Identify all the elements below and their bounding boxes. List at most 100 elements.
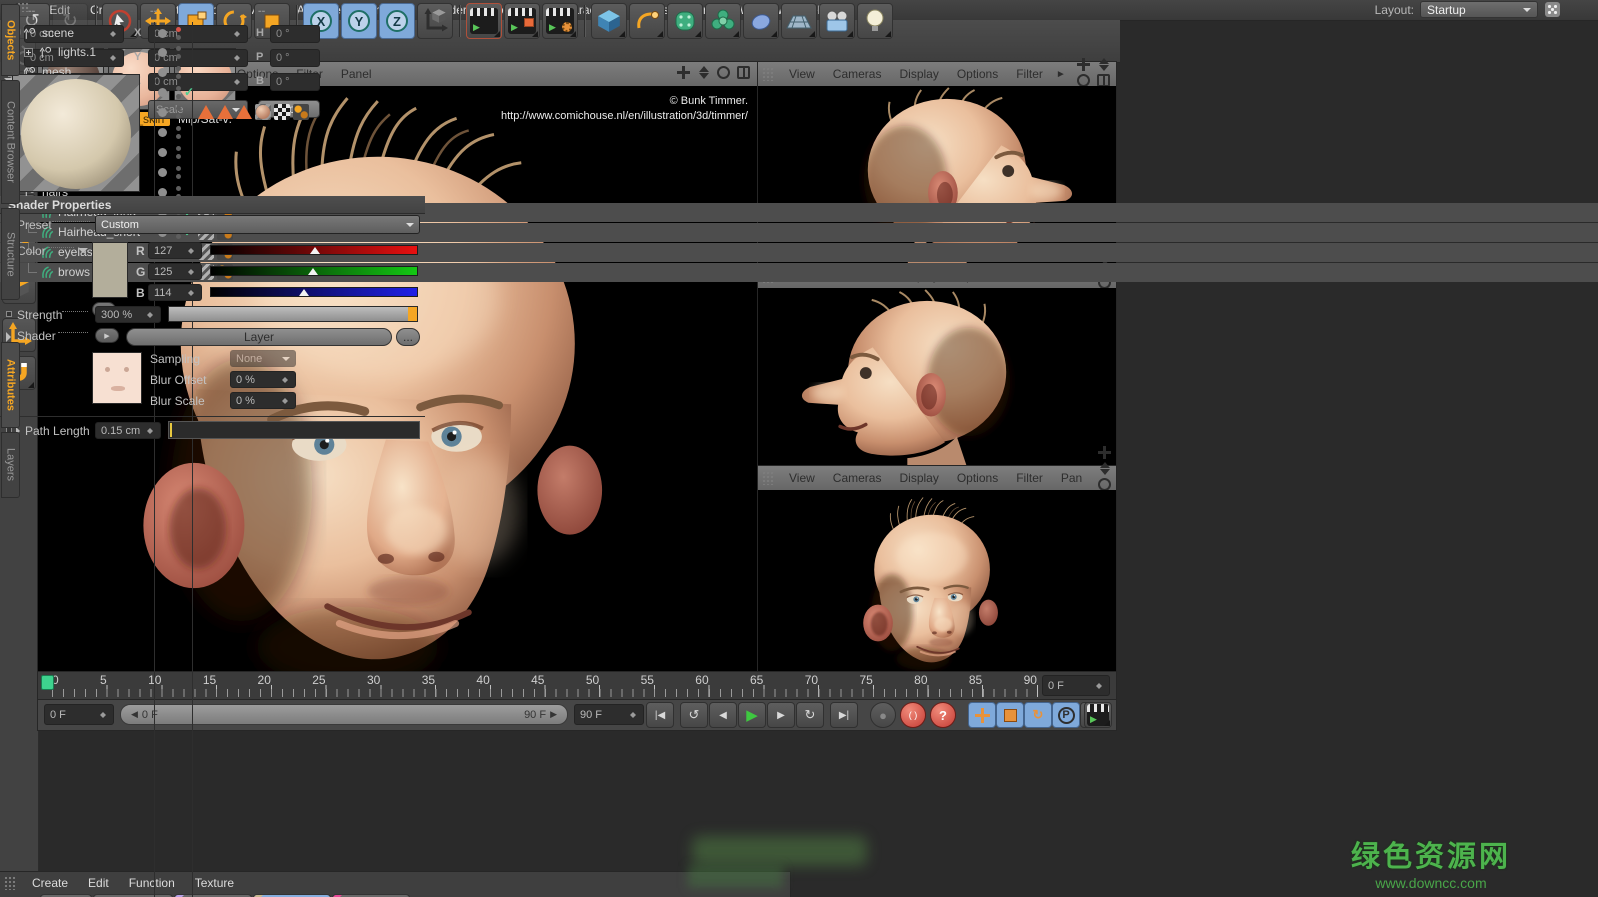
dock-tab-content-browser[interactable]: Content Browser [1, 80, 20, 204]
shader-preview[interactable] [12, 74, 140, 192]
coords-header: -- [150, 5, 157, 17]
uvw-tag-icon[interactable] [293, 104, 309, 120]
color-options-icon[interactable] [78, 248, 88, 258]
sampling-dropdown[interactable]: None [230, 350, 296, 367]
shader-more-button[interactable]: ... [396, 328, 420, 346]
tree-row-scene[interactable]: scene [0, 24, 1598, 43]
channel-b-label: B [136, 286, 145, 300]
channel-g-field[interactable]: 125 [148, 263, 202, 280]
stepper-icon[interactable] [281, 395, 290, 407]
enabled-check-icon[interactable]: ✓ [184, 85, 194, 99]
selection-tag-icon[interactable] [217, 105, 233, 119]
shader-preview-sphere [21, 79, 131, 189]
object-tree: scene lights.1 mesh head ✓ [0, 22, 1598, 897]
path-length-field[interactable]: 0.15 cm [95, 422, 161, 439]
dock-tab-layers[interactable]: Layers [1, 432, 20, 498]
render-visibility-dots[interactable] [176, 126, 181, 139]
channel-r-slider[interactable] [210, 245, 418, 255]
stepper-icon[interactable] [146, 309, 155, 321]
chevron-down-icon [406, 223, 414, 231]
shader-label: Shader [17, 329, 56, 343]
chevron-down-icon [1523, 8, 1531, 16]
render-visibility-dots[interactable] [176, 166, 181, 179]
expand-icon[interactable] [24, 48, 33, 57]
editor-visibility-dot[interactable] [158, 48, 167, 57]
editor-visibility-dot[interactable] [158, 88, 167, 97]
editor-visibility-dot[interactable] [158, 68, 167, 77]
slider-marker-icon [310, 247, 320, 254]
stepper-icon[interactable] [281, 374, 290, 386]
layout-label: Layout: [1375, 3, 1414, 17]
null-object-icon [22, 26, 37, 41]
dock-tab-attributes[interactable]: Attributes [1, 342, 20, 428]
shader-disclosure-icon[interactable] [6, 332, 16, 342]
path-length-label: Path Length [25, 424, 90, 438]
dock-tab-structure[interactable]: Structure [1, 208, 20, 300]
preset-label: Preset [17, 218, 52, 232]
channel-b-slider[interactable] [210, 287, 418, 297]
blur-scale-label: Blur Scale [150, 394, 205, 408]
coords-header: -- [258, 5, 265, 17]
slider-marker-icon [308, 268, 318, 275]
tree-item-label[interactable]: scene [42, 26, 74, 40]
section-shader-properties[interactable]: Shader Properties [0, 196, 425, 213]
tree-row-mesh[interactable]: mesh [0, 63, 1598, 82]
stepper-icon[interactable] [187, 266, 196, 278]
tree-row-head[interactable]: head ✓ [0, 83, 1598, 102]
render-visibility-dots[interactable] [176, 46, 181, 59]
editor-visibility-dot[interactable] [158, 128, 167, 137]
channel-g-label: G [136, 265, 145, 279]
color-label: Color [17, 244, 46, 258]
shader-layer-button[interactable]: Layer [126, 328, 392, 346]
editor-visibility-dot[interactable] [158, 108, 167, 117]
render-visibility-dots[interactable] [176, 66, 181, 79]
tree-row-eyes[interactable]: Eyes [0, 123, 1598, 142]
color-swatch[interactable] [92, 242, 128, 298]
hair-object-icon [40, 265, 55, 280]
slider-handle[interactable] [408, 307, 417, 321]
channel-r-label: R [136, 244, 145, 258]
path-length-bar[interactable] [168, 421, 420, 439]
blur-offset-label: Blur Offset [150, 373, 206, 387]
blurred-watermark-blob [688, 866, 783, 888]
interface-dice-icon[interactable] [1545, 2, 1560, 17]
text-caret [170, 423, 172, 437]
render-visibility-dots[interactable] [176, 106, 181, 119]
tree-row-headmesh[interactable]: headmesh [0, 103, 1598, 122]
channel-b-field[interactable]: 114 [148, 284, 202, 301]
sampling-label: Sampling [150, 352, 200, 366]
blurred-watermark-blob [692, 836, 867, 866]
tree-row-reye[interactable]: R_eye [0, 163, 1598, 182]
editor-visibility-dot[interactable] [158, 148, 167, 157]
selection-tag-icon[interactable] [236, 105, 252, 119]
editor-visibility-dot[interactable] [158, 168, 167, 177]
strength-field[interactable]: 300 % [95, 306, 161, 323]
render-visibility-dots[interactable] [176, 146, 181, 159]
strength-slider[interactable] [168, 306, 418, 322]
strength-anim-checkbox[interactable] [6, 311, 12, 317]
stepper-icon[interactable] [146, 425, 155, 437]
layer-texture-thumbnail[interactable] [92, 352, 142, 404]
tree-row-lights[interactable]: lights.1 [0, 43, 1598, 62]
tree-item-label[interactable]: brows [58, 265, 90, 279]
preset-dropdown[interactable]: Custom [95, 215, 420, 234]
editor-visibility-dot[interactable] [158, 29, 167, 38]
blur-offset-field[interactable]: 0 % [230, 371, 296, 388]
channel-r-field[interactable]: 127 [148, 242, 202, 259]
tree-connector [28, 263, 37, 273]
stepper-icon[interactable] [187, 245, 196, 257]
chevron-down-icon [282, 357, 290, 365]
tree-item-label[interactable]: lights.1 [58, 45, 96, 59]
shader-expand-button[interactable]: ▶ [95, 328, 119, 343]
render-visibility-dots[interactable] [176, 86, 181, 99]
render-visibility-dots[interactable] [176, 27, 181, 40]
blur-scale-field[interactable]: 0 % [230, 392, 296, 409]
dock-tab-objects[interactable]: Objects [1, 4, 20, 76]
layout-select[interactable]: Startup [1420, 1, 1538, 18]
texture-tag-icon[interactable] [255, 104, 271, 120]
tree-row-leye[interactable]: L_eye [0, 143, 1598, 162]
stepper-icon[interactable] [187, 287, 196, 299]
channel-g-slider[interactable] [210, 266, 418, 276]
checker-texture-tag-icon[interactable] [274, 104, 290, 120]
selection-tag-icon[interactable] [198, 105, 214, 119]
